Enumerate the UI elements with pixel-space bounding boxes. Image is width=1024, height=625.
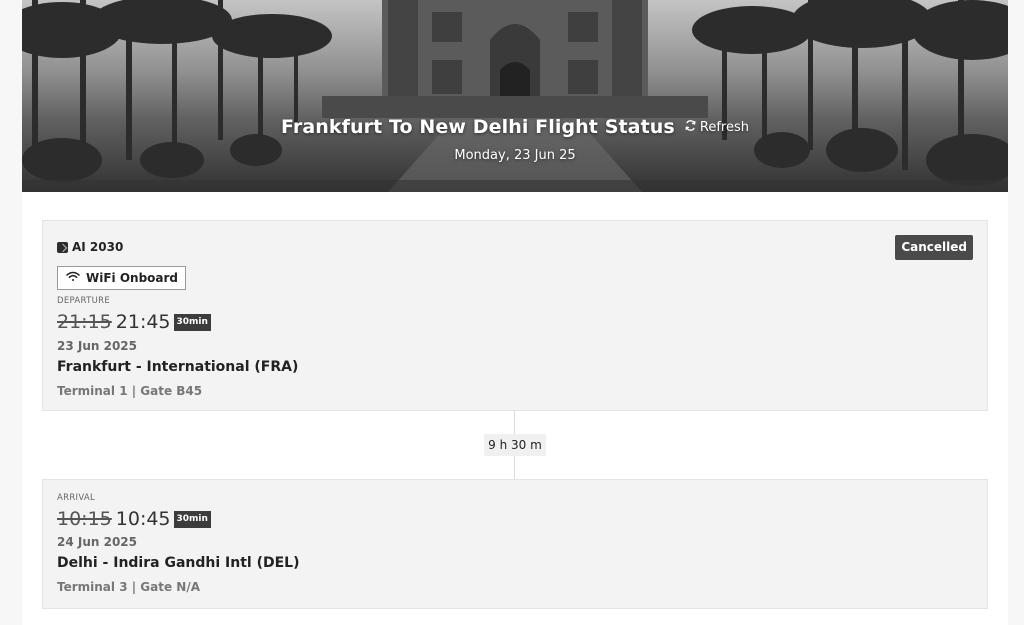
hero-background-image (22, 0, 1008, 192)
refresh-label: Refresh (699, 119, 749, 135)
flight-duration: 9 h 30 m (484, 434, 546, 456)
refresh-button[interactable]: Refresh (684, 119, 749, 136)
page: Frankfurt To New Delhi Flight Status Ref… (22, 0, 1008, 625)
arrival-airport: Delhi - Indira Gandhi Intl (DEL) (57, 555, 300, 571)
arrival-date: 24 Jun 2025 (57, 535, 138, 549)
arrival-actual-time: 10:45 (115, 508, 171, 530)
flight-number: AI 2030 (57, 240, 123, 254)
departure-terminal-gate: Terminal 1 | Gate B45 (57, 384, 203, 398)
airline-logo-icon (57, 241, 68, 253)
hero-banner: Frankfurt To New Delhi Flight Status Ref… (22, 0, 1008, 192)
status-badge: Cancelled (895, 235, 973, 260)
departure-times: 21:15 21:45 30min (57, 311, 211, 333)
departure-card: AI 2030 Cancelled WiFi Onboard DEPARTURE… (42, 220, 988, 411)
departure-date: 23 Jun 2025 (57, 339, 138, 353)
hero-date: Monday, 23 Jun 25 (454, 148, 576, 163)
departure-airport: Frankfurt - International (FRA) (57, 359, 299, 375)
arrival-delay-badge: 30min (173, 510, 211, 528)
arrival-card: ARRIVAL 10:15 10:45 30min 24 Jun 2025 De… (42, 479, 988, 609)
page-title: Frankfurt To New Delhi Flight Status (281, 116, 675, 138)
wifi-icon (66, 271, 80, 285)
departure-label: DEPARTURE (57, 296, 110, 306)
arrival-scheduled-time: 10:15 (57, 508, 112, 530)
refresh-icon (684, 119, 697, 136)
arrival-times: 10:15 10:45 30min (57, 508, 211, 530)
arrival-terminal-gate: Terminal 3 | Gate N/A (57, 580, 200, 594)
wifi-onboard-badge: WiFi Onboard (57, 266, 187, 290)
departure-scheduled-time: 21:15 (57, 311, 112, 333)
departure-actual-time: 21:45 (115, 311, 171, 333)
wifi-onboard-label: WiFi Onboard (86, 271, 179, 285)
arrival-label: ARRIVAL (57, 493, 96, 503)
hero-title-row: Frankfurt To New Delhi Flight Status Ref… (22, 116, 1008, 138)
flight-number-text: AI 2030 (72, 240, 124, 254)
departure-delay-badge: 30min (173, 313, 211, 331)
